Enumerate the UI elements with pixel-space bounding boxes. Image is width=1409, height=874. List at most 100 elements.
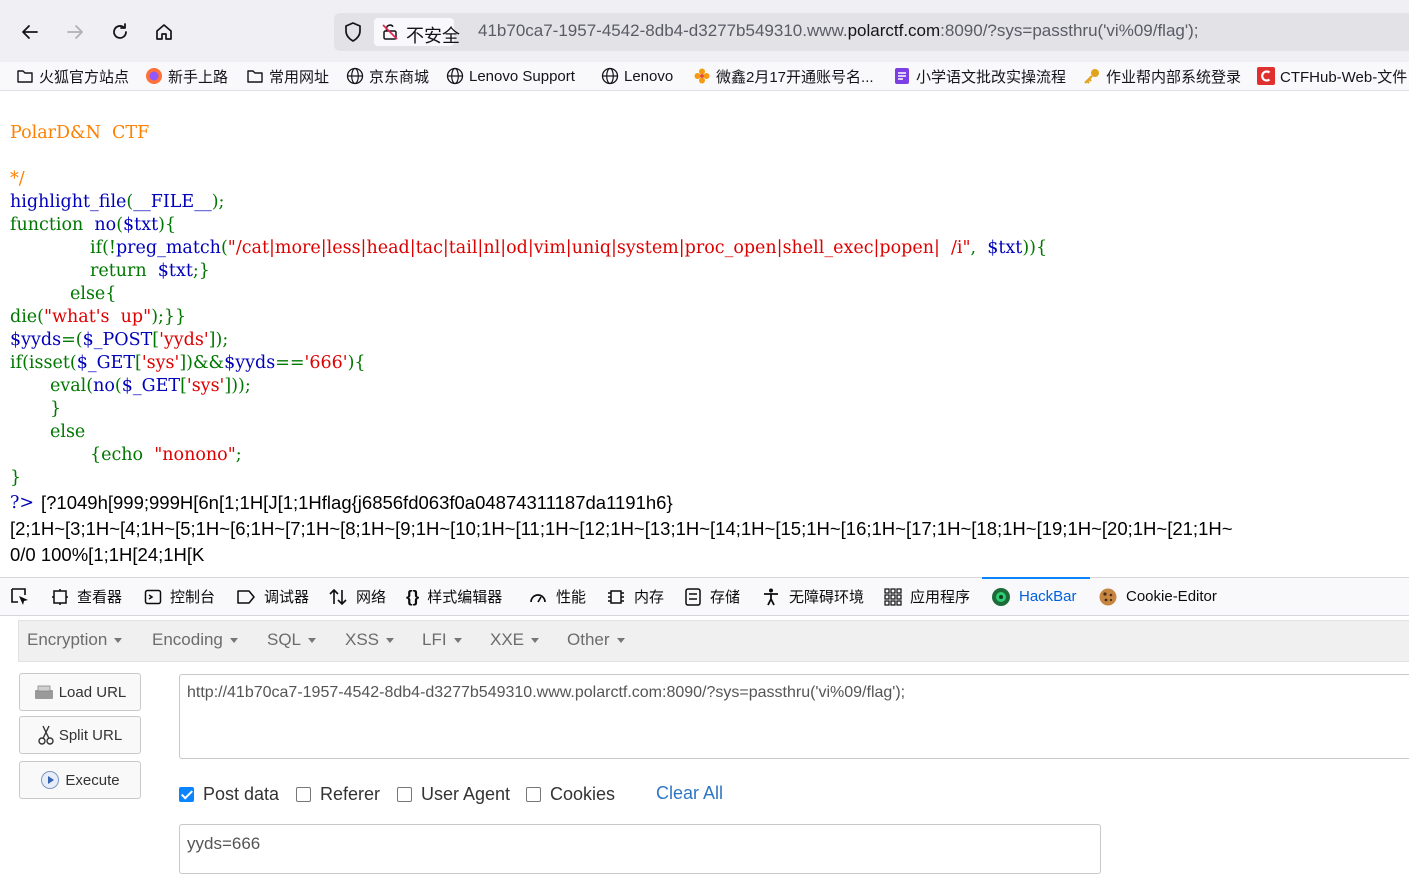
split-url-label: Split URL [58,726,123,744]
tab-debugger[interactable]: 调试器 [236,578,309,615]
url-subdomain: 41b70ca7-1957-4542-8db4-d3277b549310.www… [478,21,848,40]
bookmark-label: 小学语文批改实操流程 [916,68,1067,86]
picker-icon [11,587,28,605]
hackbar-icon [992,587,1010,606]
back-button[interactable] [12,13,48,51]
accessibility-icon [764,588,778,605]
split-url-button[interactable]: Split URL [19,716,141,754]
execute-button[interactable]: Execute [19,761,141,799]
element-picker-button[interactable] [9,578,31,615]
cookies-checkbox[interactable]: Cookies [526,784,615,804]
bookmark-item[interactable]: 作业帮内部系统登录 [1083,64,1241,88]
tab-label: 网络 [356,589,387,606]
globe-icon [601,67,619,85]
folder-icon [17,70,33,83]
command-output-line: 0/0 100%[1;1H[24;1H[K [10,544,205,565]
caret-down-icon [531,638,540,644]
command-output-flag: [?1049h[999;999H[6n[1;1H[J[1;1Hflag{j685… [41,492,673,513]
tab-label: 控制台 [170,589,216,606]
menu-encoding[interactable]: Encoding [152,630,238,650]
storage-icon [685,587,701,606]
code-line: highlight_file(__FILE__); [10,192,225,212]
code-line: if(isset($_GET['sys'])&&$yyds=='666'){ [10,353,366,373]
shield-icon[interactable] [342,21,364,43]
menu-encryption[interactable]: Encryption [27,630,123,650]
back-arrow-icon [22,25,38,39]
bookmark-label: CTFHub-Web-文件 [1280,68,1408,86]
tab-accessibility[interactable]: 无障碍环境 [761,578,864,615]
checkbox-unchecked[interactable] [397,786,412,802]
bookmark-item[interactable]: 微鑫2月17开通账号名... [693,64,874,88]
tab-application[interactable]: 应用程序 [884,578,970,615]
load-url-button[interactable]: Load URL [19,673,141,711]
tab-label: 查看器 [77,589,123,606]
bookmark-label: Lenovo Support [469,67,575,85]
tab-memory[interactable]: 内存 [606,578,664,615]
bookmark-item[interactable]: 火狐官方站点 [16,64,129,88]
code-line: } [50,399,62,419]
navigation-toolbar: 不安全 41b70ca7-1957-4542-8db4-d3277b549310… [0,0,1409,62]
post-data-checkbox[interactable]: Post data [179,784,279,804]
bookmarks-toolbar: 火狐官方站点 新手上路 常用网址 京东商城 Lenovo Support Len… [0,62,1409,91]
bookmark-item[interactable]: Lenovo Support [446,64,575,88]
connection-not-secure-badge[interactable]: 不安全 [374,18,460,46]
caret-down-icon [308,638,317,644]
bookmark-item[interactable]: 京东商城 [346,64,429,88]
url-textarea[interactable]: http://41b70ca7-1957-4542-8db4-d3277b549… [179,674,1409,759]
bookmark-label: 新手上路 [168,68,229,86]
tab-console[interactable]: 控制台 [144,578,215,615]
bookmark-item[interactable]: 常用网址 [246,64,329,88]
checkbox-checked[interactable] [179,786,194,802]
load-icon [34,685,53,699]
tab-performance[interactable]: 性能 [528,578,586,615]
address-bar[interactable]: 不安全 41b70ca7-1957-4542-8db4-d3277b549310… [334,13,1409,51]
checkbox-unchecked[interactable] [296,786,311,802]
execute-label: Execute [65,771,120,789]
code-line: if(!preg_match("/cat|more|less|head|tac|… [90,238,1048,258]
checkbox-label: User Agent [421,783,511,804]
tab-cookie-editor[interactable]: Cookie-Editor [1098,578,1217,615]
bookmark-item[interactable]: CTFHub-Web-文件 [1257,64,1407,88]
folder-icon [247,70,263,83]
url-text[interactable]: 41b70ca7-1957-4542-8db4-d3277b549310.www… [478,21,1199,41]
menu-xss[interactable]: XSS [345,630,395,650]
user-agent-checkbox[interactable]: User Agent [397,784,510,804]
not-secure-label: 不安全 [406,26,460,46]
cookie-icon [1099,588,1117,605]
reload-button[interactable] [102,13,138,51]
tab-network[interactable]: 网络 [328,578,386,615]
tab-label: 存储 [710,589,741,606]
tab-inspector[interactable]: 查看器 [51,578,122,615]
forward-arrow-icon [67,25,83,39]
tab-label: Cookie-Editor [1126,588,1217,605]
menu-lfi[interactable]: LFI [422,630,462,650]
inspector-icon [52,588,68,605]
menu-xxe[interactable]: XXE [490,630,540,650]
caret-down-icon [229,638,238,644]
clear-all-link[interactable]: Clear All [656,783,723,804]
code-line: else [50,422,86,442]
home-button[interactable] [146,13,182,51]
menu-sql[interactable]: SQL [267,630,317,650]
code-line: function no($txt){ [10,215,177,235]
globe-icon [446,67,464,85]
bookmark-label: 常用网址 [269,68,330,86]
bookmark-item[interactable]: 小学语文批改实操流程 [893,64,1066,88]
post-data-textarea[interactable]: yyds=666 [179,824,1101,874]
url-textarea-value: http://41b70ca7-1957-4542-8db4-d3277b549… [187,684,906,701]
bookmark-item[interactable]: 新手上路 [145,64,228,88]
tab-hackbar[interactable]: HackBar [991,578,1077,615]
code-line: eval(no($_GET['sys'])); [50,376,251,396]
bookmark-label: 微鑫2月17开通账号名... [716,68,874,86]
tab-storage[interactable]: 存储 [684,578,740,615]
menu-other[interactable]: Other [567,630,625,650]
page-content: PolarD&N CTF */ highlight_file(__FILE__)… [0,91,1409,576]
referer-checkbox[interactable]: Referer [296,784,380,804]
home-icon [156,24,172,40]
forward-button[interactable] [57,13,93,51]
bookmark-label: 作业帮内部系统登录 [1106,68,1242,86]
tab-style-editor[interactable]: {} 样式编辑器 [406,578,502,615]
bookmark-item[interactable]: Lenovo [601,64,673,88]
checkbox-unchecked[interactable] [526,786,541,802]
insecure-lock-icon [382,24,398,40]
